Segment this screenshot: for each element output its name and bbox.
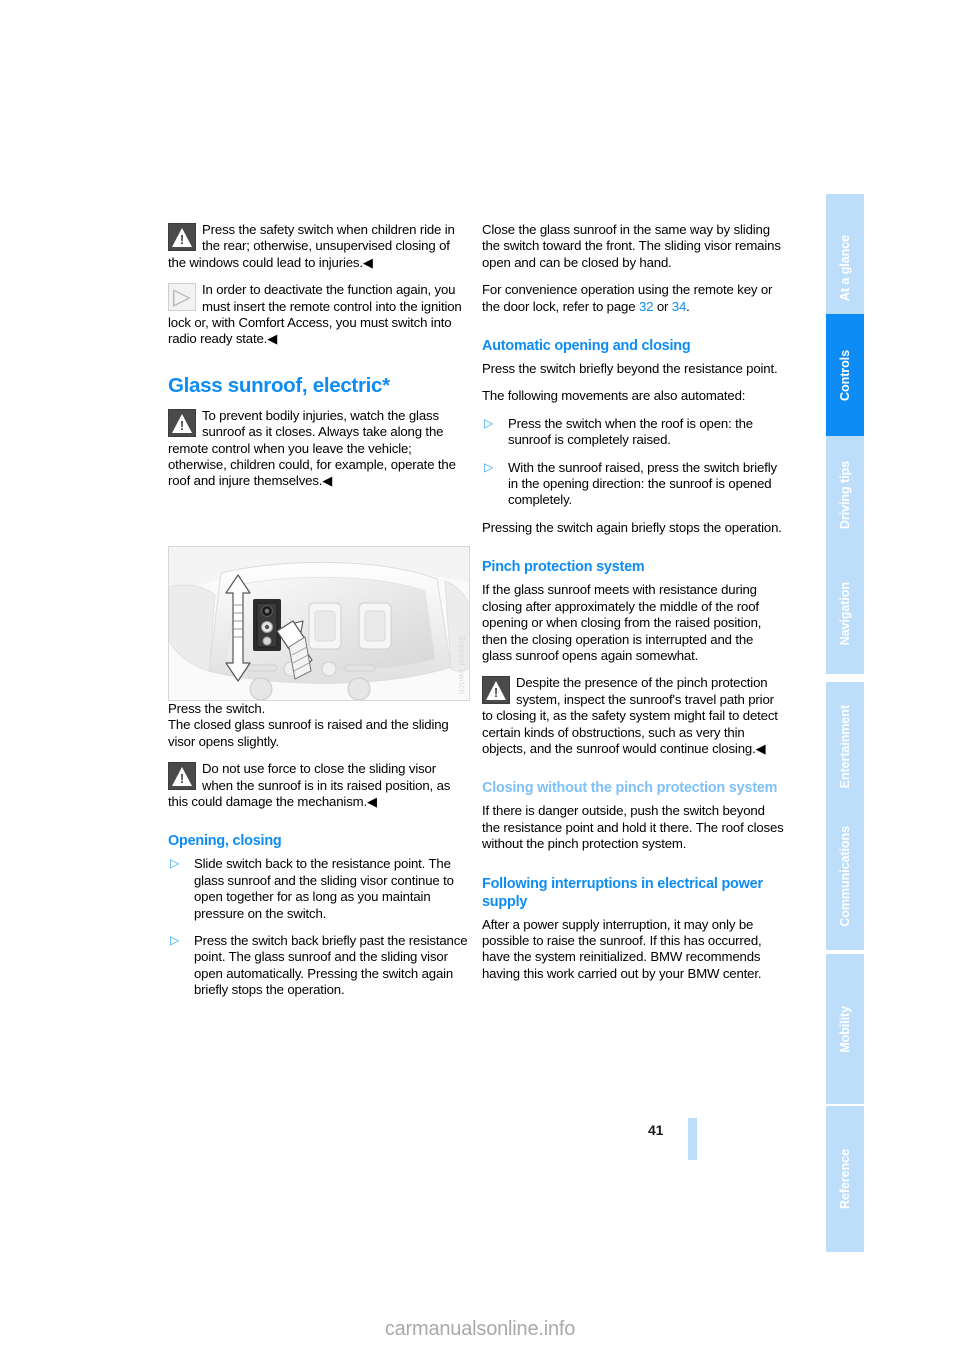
page-reference-34[interactable]: 34: [672, 299, 687, 314]
closing-paragraph: Close the glass sunroof in the same way …: [482, 222, 781, 270]
figure-watermark: Sunroof switch: [457, 634, 466, 694]
list-item: ▷ With the sunroof raised, press the swi…: [482, 460, 784, 509]
convenience-middle: or: [653, 298, 672, 314]
list-item-text: Slide switch back to the resistance poin…: [194, 856, 454, 921]
note-bodily-injuries-text: To prevent bodily injuries, watch the gl…: [168, 407, 456, 489]
tab-label: Driving tips: [838, 460, 852, 530]
tab-driving-tips[interactable]: Driving tips: [826, 436, 864, 554]
bullet-triangle-icon: ▷: [170, 932, 180, 947]
convenience-prefix: For convenience operation using the remo…: [482, 282, 773, 314]
tab-controls[interactable]: Controls: [826, 314, 864, 436]
tab-label: Mobility: [838, 1005, 852, 1053]
heading-pinch-protection-system: Pinch protection system: [482, 559, 645, 576]
tab-label: At a glance: [838, 234, 852, 302]
opening-closing-list: ▷ Slide switch back to the resistance po…: [168, 856, 470, 998]
list-item-text: With the sunroof raised, press the switc…: [508, 459, 777, 508]
page-number-rule: [688, 1118, 697, 1160]
heading-following-interruptions: Following interruptions in electrical po…: [482, 875, 763, 910]
automatic-list: ▷ Press the switch when the roof is open…: [482, 416, 784, 509]
raising-body: Press the switch. The closed glass sunro…: [168, 700, 449, 749]
tab-reference[interactable]: Reference: [826, 1106, 864, 1252]
tab-entertainment[interactable]: Entertainment: [826, 682, 864, 812]
tab-label: Reference: [838, 1148, 852, 1209]
list-item-text: Press the switch when the roof is open: …: [508, 415, 753, 448]
list-item: ▷ Slide switch back to the resistance po…: [168, 856, 470, 922]
figure-sunroof-switch: Sunroof switch: [168, 546, 470, 701]
tab-label: Communications: [838, 825, 852, 927]
convenience-suffix: .: [686, 298, 690, 314]
section-title-glass-sunroof: Glass sunroof, electric*: [168, 373, 390, 397]
convenience-paragraph: For convenience operation using the remo…: [482, 282, 784, 315]
warning-triangle-icon: !: [168, 762, 196, 791]
right-text-column: Close the glass sunroof in the same way …: [482, 222, 784, 993]
heading-closing-without-pinch-protection: Closing without the pinch protection sys…: [482, 780, 778, 797]
bullet-triangle-icon: ▷: [484, 459, 494, 474]
page-number: 41: [648, 1122, 664, 1138]
chapter-tab-rail: At a glance Controls Driving tips Naviga…: [826, 0, 864, 1358]
warning-triangle-icon: !: [168, 408, 196, 437]
note-pinch-protection-warning-text: Despite the presence of the pinch protec…: [482, 675, 778, 756]
heading-opening-closing: Opening, closing: [168, 833, 282, 850]
tab-communications[interactable]: Communications: [826, 802, 864, 950]
footer-watermark: carmanualsonline.info: [384, 1318, 576, 1340]
tab-label: Navigation: [838, 582, 852, 646]
note-pinch-protection-warning: ! Despite the presence of the pinch prot…: [482, 675, 784, 757]
automatic-lead-in: The following movements are also automat…: [482, 388, 746, 404]
warning-triangle-icon: !: [168, 223, 196, 251]
note-bodily-injuries: ! To prevent bodily injuries, watch the …: [168, 408, 470, 490]
list-item-text: Press the switch back briefly past the r…: [194, 932, 468, 998]
note-do-not-use-force: ! Do not use force to close the sliding …: [168, 761, 470, 810]
note-do-not-use-force-text: Do not use force to close the sliding vi…: [168, 761, 451, 809]
bullet-triangle-icon: ▷: [170, 856, 180, 871]
page-reference-32[interactable]: 32: [639, 299, 654, 314]
power-supply-body: After a power supply interruption, it ma…: [482, 916, 762, 981]
pinch-protection-body: If the glass sunroof meets with resistan…: [482, 582, 762, 663]
sunroof-switch-illustration: [169, 547, 469, 700]
bullet-triangle-icon: ▷: [484, 415, 494, 430]
note-deactivate-function-text: In order to deactivate the function agai…: [168, 282, 462, 347]
manual-page: ! Press the safety switch when children …: [0, 0, 960, 1358]
note-safety-switch-text: Press the safety switch when children ri…: [168, 222, 455, 270]
note-deactivate-function: In order to deactivate the function agai…: [168, 282, 470, 348]
list-item: ▷ Press the switch when the roof is open…: [482, 416, 784, 449]
warning-triangle-icon: !: [482, 676, 510, 705]
closing-without-body: If there is danger outside, push the swi…: [482, 803, 784, 852]
tab-navigation[interactable]: Navigation: [826, 554, 864, 674]
note-safety-switch: ! Press the safety switch when children …: [168, 222, 470, 271]
tab-mobility[interactable]: Mobility: [826, 954, 864, 1104]
automatic-intro: Press the switch briefly beyond the resi…: [482, 361, 778, 377]
tab-label: Controls: [838, 349, 852, 401]
automatic-outro: Pressing the switch again briefly stops …: [482, 519, 782, 535]
list-item: ▷ Press the switch back briefly past the…: [168, 933, 470, 999]
heading-automatic-opening-closing: Automatic opening and closing: [482, 338, 691, 355]
info-triangle-icon: [168, 282, 196, 312]
tab-label: Entertainment: [838, 705, 852, 789]
